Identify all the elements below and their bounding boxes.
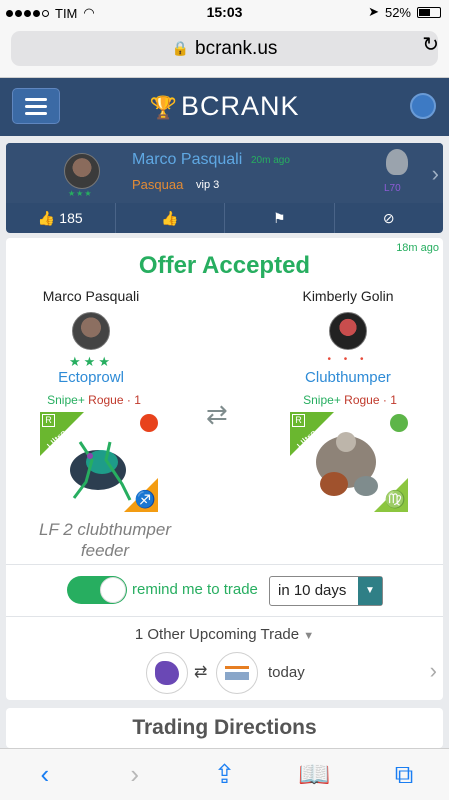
flag-icon: ⚑ [272,209,286,226]
post-card: ★★★ Marco Pasquali 20m ago Pasquaa vip 3… [6,143,443,233]
avatar[interactable] [64,153,100,189]
back-icon[interactable]: ‹ [25,759,65,790]
app-header: 🏆 BCRANK [0,78,449,136]
brand-logo[interactable]: 🏆 BCRANK [0,91,449,122]
browser-toolbar: ‹ › ⇪ 📖 ⧉ [0,748,449,800]
post-actions: 👍 185 👍 ⚑ ⊘ [6,203,443,233]
toggle-knob [100,577,126,603]
upcoming-offer-thumb[interactable] [216,652,258,694]
reload-icon[interactable]: ↻ [422,32,439,57]
rarity-badge: R [292,414,305,427]
divider [6,564,443,565]
caret-down-icon: ▼ [303,630,315,642]
offer-title: Offer Accepted [138,252,311,279]
monster-tags-left: Snipe+ Rogue · 1 [14,393,174,407]
offer-note: LF 2 clubthumper feeder [39,520,171,560]
tabs-icon[interactable]: ⧉ [384,759,424,791]
upcoming-label: 1 Other Upcoming Trade [134,626,300,643]
like-button[interactable]: 👍 [114,203,225,233]
avatar [72,312,110,350]
post-username: Pasquaa [132,177,184,192]
chevron-right-icon[interactable]: › [430,658,437,684]
fire-element-icon [140,414,158,432]
thumbs-up-outline-icon: 👍 [161,209,179,226]
browser-chrome: 🔒 bcrank.us ↻ [0,26,449,78]
trophy-icon: 🏆 [149,95,178,120]
block-icon: ⊘ [382,209,395,226]
post-author-name[interactable]: Marco Pasquali [132,151,242,169]
upcoming-trades-toggle[interactable]: 1 Other Upcoming Trade ▼ [6,626,443,643]
location-icon: ➤ [368,4,379,19]
swap-icon: ⇄ [206,399,228,429]
swap-icon: ⇄ [194,664,208,681]
class-tag: Rogue · 1 [344,393,397,407]
battery-percent: 52% [384,4,411,20]
likes-count: 185 [59,210,83,226]
skill-tag: Snipe+ [303,393,341,407]
post-timestamp: 20m ago [251,155,290,166]
lock-icon: 🔒 [171,40,190,56]
brand-text: BCRANK [180,91,300,121]
remind-days-value: in 10 days [278,582,347,599]
virgo-icon: ♍ [384,490,406,509]
status-bar: TIM ◠ 15:03 ➤ 52% [0,0,449,26]
battery-icon [417,6,441,18]
level-badge: L70 [384,183,401,194]
url-text: bcrank.us [195,37,278,59]
vip-badge: vip 3 [196,179,220,191]
offer-card: 18m ago Offer Accepted Marco Pasquali ★★… [6,238,443,700]
share-icon[interactable]: ⇪ [204,759,244,790]
url-bar[interactable]: 🔒 bcrank.us [11,31,438,66]
trader-name: Kimberly Golin [302,288,394,304]
avatar [329,312,367,350]
directions-title: Trading Directions [132,716,317,739]
monster-card-left[interactable]: R Ultra ♐ [40,412,158,512]
skill-tag: Snipe+ [47,393,85,407]
remind-label: remind me to trade [132,581,258,598]
dropdown-arrow-icon: ▼ [358,577,382,605]
nature-element-icon [390,414,408,432]
trader-left[interactable]: Marco Pasquali ★★★ [21,288,161,370]
monster-card-right[interactable]: R Ultra ♍ [290,412,408,512]
forward-icon[interactable]: › [115,759,155,790]
upcoming-when: today [268,664,305,681]
trading-directions-card: Trading Directions [6,708,443,748]
remind-days-select[interactable]: in 10 days ▼ [269,576,383,606]
rarity-badge: R [42,414,55,427]
upcoming-monster-thumb[interactable] [146,652,188,694]
block-button[interactable]: ⊘ [333,203,444,233]
chevron-right-icon[interactable]: › [432,161,439,187]
post-header[interactable]: ★★★ Marco Pasquali 20m ago Pasquaa vip 3… [6,143,443,203]
sagittarius-icon: ♐ [134,490,156,509]
divider [6,616,443,617]
rating-stars: ★★★ [68,189,93,198]
rating-stars: ★★★ [69,354,113,369]
remind-toggle[interactable] [67,576,127,604]
bookmarks-icon[interactable]: 📖 [294,759,334,790]
monster-name-right[interactable]: Clubthumper [278,369,418,386]
monster-tags-right: Snipe+ Rogue · 1 [270,393,430,407]
likes-button[interactable]: 👍 185 [6,203,115,233]
alien-avatar-icon [386,149,408,175]
rating-dots: • • • [327,354,369,365]
thumbs-up-icon: 👍 [37,209,56,226]
globe-icon[interactable] [410,93,436,119]
class-tag: Rogue · 1 [88,393,141,407]
trader-name: Marco Pasquali [42,288,140,304]
flag-button[interactable]: ⚑ [224,203,334,233]
monster-name-left[interactable]: Ectoprowl [21,369,161,386]
trader-right[interactable]: Kimberly Golin • • • [278,288,418,365]
